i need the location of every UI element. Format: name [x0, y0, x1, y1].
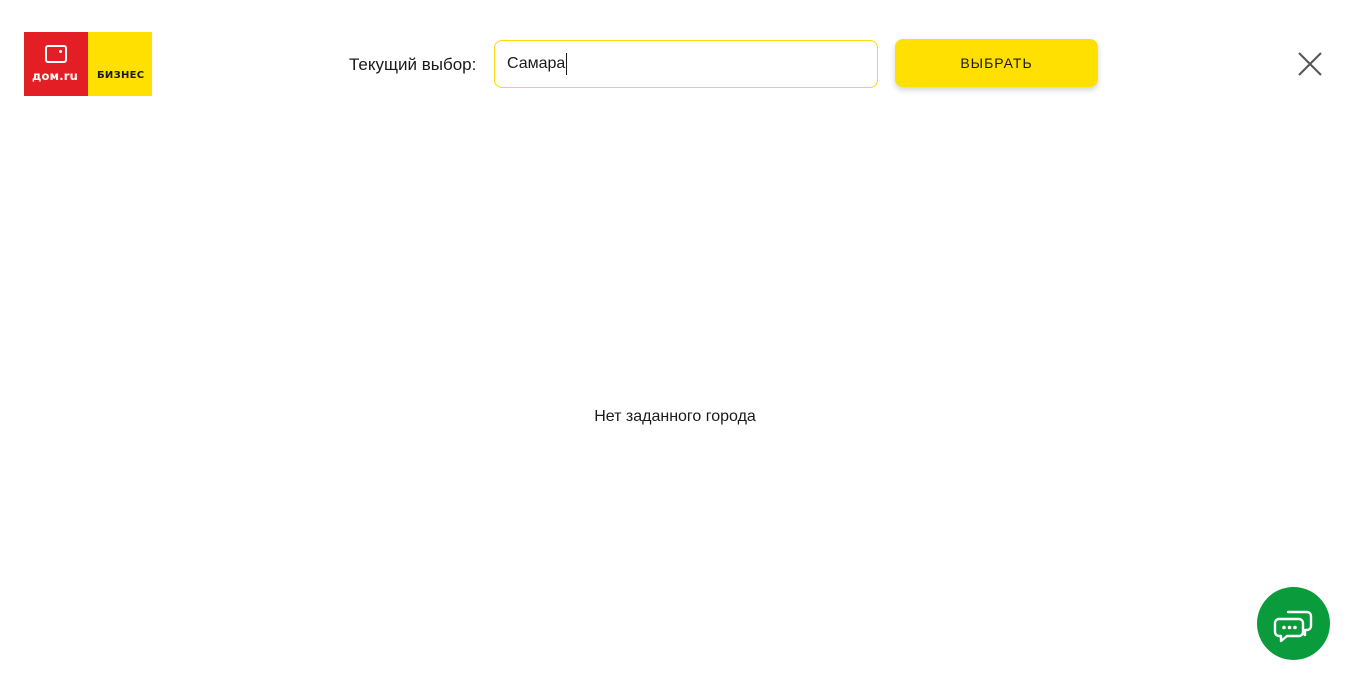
logo-segment-block: БИЗНЕС: [88, 32, 152, 96]
chat-icon: [1273, 610, 1312, 642]
close-icon[interactable]: [1294, 48, 1326, 80]
city-search-input[interactable]: Самара: [494, 40, 878, 88]
logo[interactable]: дом.ru БИЗНЕС: [24, 32, 152, 96]
empty-result-message: Нет заданного города: [594, 408, 756, 425]
logo-segment-text: БИЗНЕС: [97, 70, 145, 81]
chat-widget-button[interactable]: [1257, 587, 1330, 660]
logo-brand-block: дом.ru: [24, 32, 88, 96]
city-selector-page: дом.ru БИЗНЕС Текущий выбор: Самара ВЫБР…: [0, 0, 1350, 680]
choose-button[interactable]: ВЫБРАТЬ: [895, 39, 1098, 87]
city-input-value: Самара: [507, 55, 566, 72]
text-caret: [566, 53, 568, 75]
tv-icon: [45, 45, 67, 63]
current-selection-label: Текущий выбор:: [349, 55, 477, 74]
logo-brand-text: дом.ru: [32, 69, 79, 83]
